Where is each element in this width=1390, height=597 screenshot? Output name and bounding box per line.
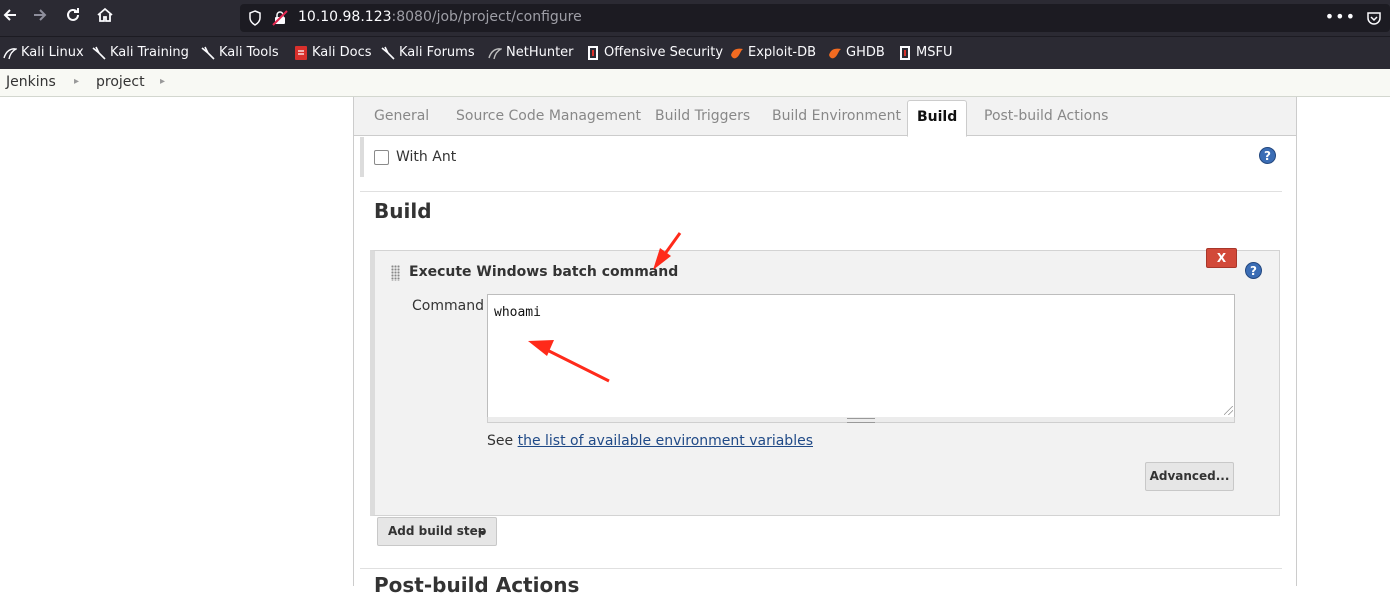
breadcrumb-chevron-icon[interactable]: ▸	[160, 76, 165, 87]
tab-build[interactable]: Build	[907, 100, 968, 137]
offsec-icon	[586, 45, 600, 60]
browser-toolbar: 10.10.98.123:8080/job/project/configure …	[0, 0, 1390, 36]
bookmark-label: Kali Tools	[219, 45, 279, 60]
bookmark-kali-forums[interactable]: Kali Forums	[381, 45, 475, 60]
config-tabbar: General Source Code Management Build Tri…	[354, 97, 1296, 137]
build-section-title: Build	[374, 199, 432, 223]
build-step-windows-batch: Execute Windows batch command X ? Comman…	[370, 248, 1280, 516]
post-build-section-title: Post-build Actions	[374, 573, 580, 597]
reload-icon[interactable]	[61, 6, 85, 30]
resize-grip-icon[interactable]	[1224, 406, 1233, 415]
help-icon[interactable]: ?	[1245, 262, 1262, 279]
with-ant-checkbox[interactable]	[374, 149, 389, 165]
tab-post-build-actions[interactable]: Post-build Actions	[984, 108, 1108, 124]
bookmark-nethunter[interactable]: NetHunter	[488, 45, 574, 60]
dropdown-caret-icon	[478, 531, 486, 535]
forward-arrow-icon[interactable]	[28, 6, 52, 30]
url-host: 10.10.98.123	[298, 9, 392, 25]
env-vars-link[interactable]: the list of available environment variab…	[518, 433, 813, 449]
advanced-button[interactable]: Advanced...	[1145, 462, 1234, 491]
breadcrumb-project[interactable]: project	[96, 74, 145, 90]
breadcrumb: Jenkins ▸ project ▸	[0, 69, 1390, 97]
section-divider	[360, 191, 1282, 192]
bookmark-kali-linux[interactable]: Kali Linux	[3, 45, 84, 60]
help-icon[interactable]: ?	[1259, 147, 1276, 164]
offsec-icon	[898, 45, 912, 60]
bookmark-kali-docs[interactable]: Kali Docs	[294, 45, 372, 60]
build-step-title: Execute Windows batch command	[409, 264, 679, 280]
drag-handle-icon[interactable]	[391, 265, 400, 281]
breadcrumb-jenkins[interactable]: Jenkins	[6, 74, 56, 90]
back-arrow-icon[interactable]	[0, 6, 22, 30]
bookmark-offensive-security[interactable]: Offensive Security	[586, 45, 723, 60]
bookmark-label: MSFU	[916, 45, 953, 60]
tab-general[interactable]: General	[374, 108, 429, 124]
bookmark-label: Kali Training	[110, 45, 189, 60]
kali-dragon-icon	[92, 46, 106, 60]
env-vars-hint: See the list of available environment va…	[487, 433, 813, 449]
bookmark-ghdb[interactable]: GHDB	[828, 45, 885, 60]
insecure-lock-icon[interactable]	[272, 10, 288, 26]
tab-build-environment[interactable]: Build Environment	[772, 108, 901, 124]
section-divider	[360, 568, 1282, 569]
url-text[interactable]: 10.10.98.123:8080/job/project/configure	[298, 9, 582, 25]
bookmark-label: Exploit-DB	[748, 45, 817, 60]
tab-build-triggers[interactable]: Build Triggers	[655, 108, 750, 124]
bookmark-kali-training[interactable]: Kali Training	[92, 45, 189, 60]
command-label: Command	[412, 298, 484, 314]
bookmark-label: Offensive Security	[604, 45, 724, 60]
breadcrumb-chevron-icon[interactable]: ▸	[74, 76, 79, 87]
pocket-icon[interactable]	[1366, 10, 1382, 26]
bookmark-msfu[interactable]: MSFU	[898, 45, 952, 60]
bookmark-exploit-db[interactable]: Exploit-DB	[730, 45, 816, 60]
env-vars-prefix: See	[487, 433, 518, 449]
add-build-step-label: Add build step	[388, 524, 487, 538]
kali-dragon-icon	[201, 46, 215, 60]
tab-source-code-management[interactable]: Source Code Management	[456, 108, 641, 124]
bookmark-label: Kali Linux	[21, 45, 84, 60]
kali-dragon-icon	[3, 46, 19, 60]
shield-icon[interactable]	[248, 10, 262, 26]
kali-dragon-icon	[381, 46, 395, 60]
bookmark-label: GHDB	[846, 45, 885, 60]
with-ant-option: With Ant	[374, 149, 456, 165]
delete-step-button[interactable]: X	[1206, 248, 1237, 268]
bookmark-kali-tools[interactable]: Kali Tools	[201, 45, 279, 60]
page-actions-menu-icon[interactable]: •••	[1325, 7, 1356, 26]
address-bar[interactable]: 10.10.98.123:8080/job/project/configure …	[240, 4, 1390, 32]
exploitdb-icon	[828, 46, 842, 60]
section-indent-bar	[360, 137, 364, 177]
bookmark-label: NetHunter	[506, 45, 574, 60]
with-ant-label[interactable]: With Ant	[396, 149, 456, 165]
config-panel: General Source Code Management Build Tri…	[353, 97, 1297, 597]
add-build-step-button[interactable]: Add build step	[377, 517, 497, 546]
nethunter-icon	[488, 46, 504, 60]
bookmark-label: Kali Docs	[312, 45, 372, 60]
kali-docs-icon	[294, 45, 308, 60]
url-path: :8080/job/project/configure	[391, 9, 582, 25]
home-icon[interactable]	[93, 6, 117, 30]
bookmark-label: Kali Forums	[399, 45, 475, 60]
bookmarks-bar: Kali Linux Kali Training Kali Tools Kali…	[0, 36, 1390, 69]
textarea-resize-bar[interactable]	[487, 417, 1235, 423]
command-textarea[interactable]: whoami	[487, 294, 1235, 418]
exploitdb-icon	[730, 46, 744, 60]
